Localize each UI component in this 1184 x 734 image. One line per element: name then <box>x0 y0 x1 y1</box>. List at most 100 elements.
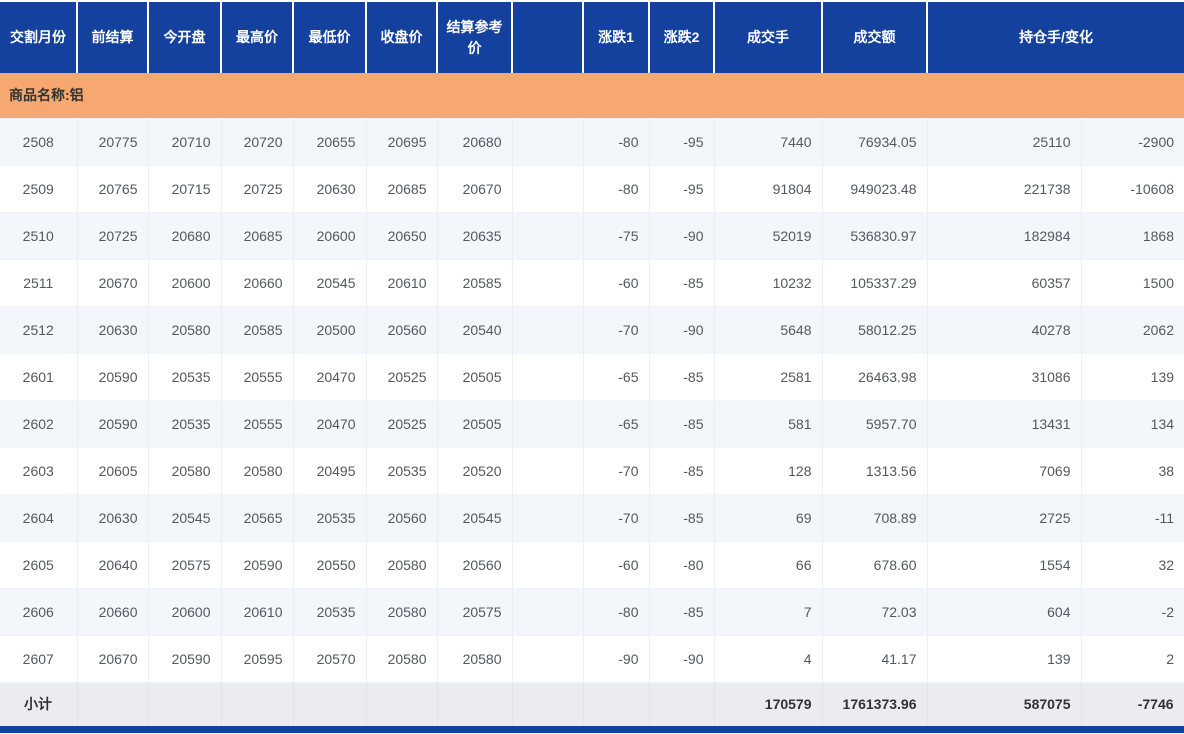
cell-chg2: -85 <box>649 259 715 307</box>
cell-oi: 604 <box>927 588 1082 636</box>
cell-open: 20590 <box>148 635 222 683</box>
cell-low: 20570 <box>293 635 367 683</box>
cell-volume: 66 <box>714 541 823 589</box>
subtotal-high <box>221 682 294 726</box>
cell-chg2: -90 <box>649 635 715 683</box>
cell-close: 20535 <box>366 447 438 495</box>
cell-close: 20560 <box>366 494 438 542</box>
group-row-product-name: 商品名称:铝 <box>0 73 1184 119</box>
cell-settle_ref: 20580 <box>437 635 513 683</box>
cell-oi_change: 2 <box>1081 635 1184 683</box>
cell-spacer <box>512 541 584 589</box>
cell-month: 2607 <box>0 635 78 683</box>
cell-turnover: 678.60 <box>822 541 928 589</box>
cell-oi_change: -10608 <box>1081 165 1184 213</box>
cell-high: 20565 <box>221 494 294 542</box>
cell-oi_change: -2 <box>1081 588 1184 636</box>
cell-prev_settle: 20660 <box>77 588 149 636</box>
cell-turnover: 5957.70 <box>822 400 928 448</box>
cell-turnover: 58012.25 <box>822 306 928 354</box>
cell-chg2: -80 <box>649 541 715 589</box>
cell-close: 20525 <box>366 353 438 401</box>
cell-low: 20470 <box>293 400 367 448</box>
cell-chg2: -95 <box>649 165 715 213</box>
cell-low: 20470 <box>293 353 367 401</box>
cell-turnover: 72.03 <box>822 588 928 636</box>
cell-volume: 10232 <box>714 259 823 307</box>
table-row: 2508 20775 20710 20720 20655 20695 20680 -80 -95… <box>0 118 1184 166</box>
cell-open: 20680 <box>148 212 222 260</box>
column-header-oi_and_change: 持仓手/变化 <box>927 2 1184 73</box>
cell-oi_change: 1868 <box>1081 212 1184 260</box>
column-header-volume: 成交手 <box>714 2 823 73</box>
cell-oi: 13431 <box>927 400 1082 448</box>
cell-open: 20535 <box>148 400 222 448</box>
cell-oi: 31086 <box>927 353 1082 401</box>
cell-month: 2604 <box>0 494 78 542</box>
cell-chg1: -65 <box>583 400 650 448</box>
cell-chg2: -85 <box>649 400 715 448</box>
cell-chg1: -65 <box>583 353 650 401</box>
cell-oi: 60357 <box>927 259 1082 307</box>
cell-low: 20545 <box>293 259 367 307</box>
subtotal-chg2 <box>649 682 715 726</box>
cell-prev_settle: 20725 <box>77 212 149 260</box>
cell-oi_change: 38 <box>1081 447 1184 495</box>
next-section-header-bar <box>0 726 1184 733</box>
cell-high: 20555 <box>221 400 294 448</box>
cell-settle_ref: 20505 <box>437 400 513 448</box>
column-header-open: 今开盘 <box>148 2 222 73</box>
cell-prev_settle: 20590 <box>77 400 149 448</box>
column-header-close: 收盘价 <box>366 2 438 73</box>
cell-low: 20550 <box>293 541 367 589</box>
cell-turnover: 41.17 <box>822 635 928 683</box>
cell-prev_settle: 20775 <box>77 118 149 166</box>
cell-chg1: -60 <box>583 541 650 589</box>
subtotal-oi: 587075 <box>927 682 1082 726</box>
cell-chg1: -75 <box>583 212 650 260</box>
column-header-turnover: 成交额 <box>822 2 928 73</box>
table-row: 2605 20640 20575 20590 20550 20580 20560 -60 -80… <box>0 541 1184 589</box>
cell-settle_ref: 20505 <box>437 353 513 401</box>
cell-low: 20535 <box>293 588 367 636</box>
cell-close: 20580 <box>366 588 438 636</box>
cell-prev_settle: 20765 <box>77 165 149 213</box>
cell-open: 20710 <box>148 118 222 166</box>
cell-volume: 7 <box>714 588 823 636</box>
subtotal-turnover: 1761373.96 <box>822 682 928 726</box>
cell-high: 20555 <box>221 353 294 401</box>
table-row: 2603 20605 20580 20580 20495 20535 20520 -70 -85… <box>0 447 1184 495</box>
cell-chg1: -80 <box>583 588 650 636</box>
cell-oi_change: 139 <box>1081 353 1184 401</box>
cell-settle_ref: 20585 <box>437 259 513 307</box>
cell-chg2: -85 <box>649 447 715 495</box>
cell-spacer <box>512 588 584 636</box>
cell-settle_ref: 20545 <box>437 494 513 542</box>
cell-oi: 40278 <box>927 306 1082 354</box>
cell-low: 20630 <box>293 165 367 213</box>
cell-month: 2512 <box>0 306 78 354</box>
header-row: 交割月份 前结算 今开盘 最高价 最低价 收盘价 结算参考价 涨跌1 涨跌2 成交手 成交额 持仓手/… <box>0 2 1184 73</box>
subtotal-spacer <box>512 682 584 726</box>
cell-chg2: -85 <box>649 588 715 636</box>
table-row: 2601 20590 20535 20555 20470 20525 20505 -65 -85… <box>0 353 1184 401</box>
subtotal-label: 小计 <box>0 682 78 726</box>
cell-month: 2511 <box>0 259 78 307</box>
cell-open: 20580 <box>148 447 222 495</box>
table-row: 2607 20670 20590 20595 20570 20580 20580 -90 -90… <box>0 635 1184 683</box>
cell-turnover: 949023.48 <box>822 165 928 213</box>
cell-close: 20695 <box>366 118 438 166</box>
cell-open: 20535 <box>148 353 222 401</box>
cell-chg2: -85 <box>649 353 715 401</box>
column-header-low: 最低价 <box>293 2 367 73</box>
cell-chg1: -80 <box>583 118 650 166</box>
cell-spacer <box>512 494 584 542</box>
cell-prev_settle: 20670 <box>77 635 149 683</box>
cell-turnover: 1313.56 <box>822 447 928 495</box>
cell-month: 2602 <box>0 400 78 448</box>
cell-open: 20575 <box>148 541 222 589</box>
cell-volume: 69 <box>714 494 823 542</box>
cell-spacer <box>512 635 584 683</box>
table-row: 2511 20670 20600 20660 20545 20610 20585 -60 -85… <box>0 259 1184 307</box>
futures-quote-table: 交割月份 前结算 今开盘 最高价 最低价 收盘价 结算参考价 涨跌1 涨跌2 成交手 成交额 持仓手/… <box>0 2 1184 726</box>
